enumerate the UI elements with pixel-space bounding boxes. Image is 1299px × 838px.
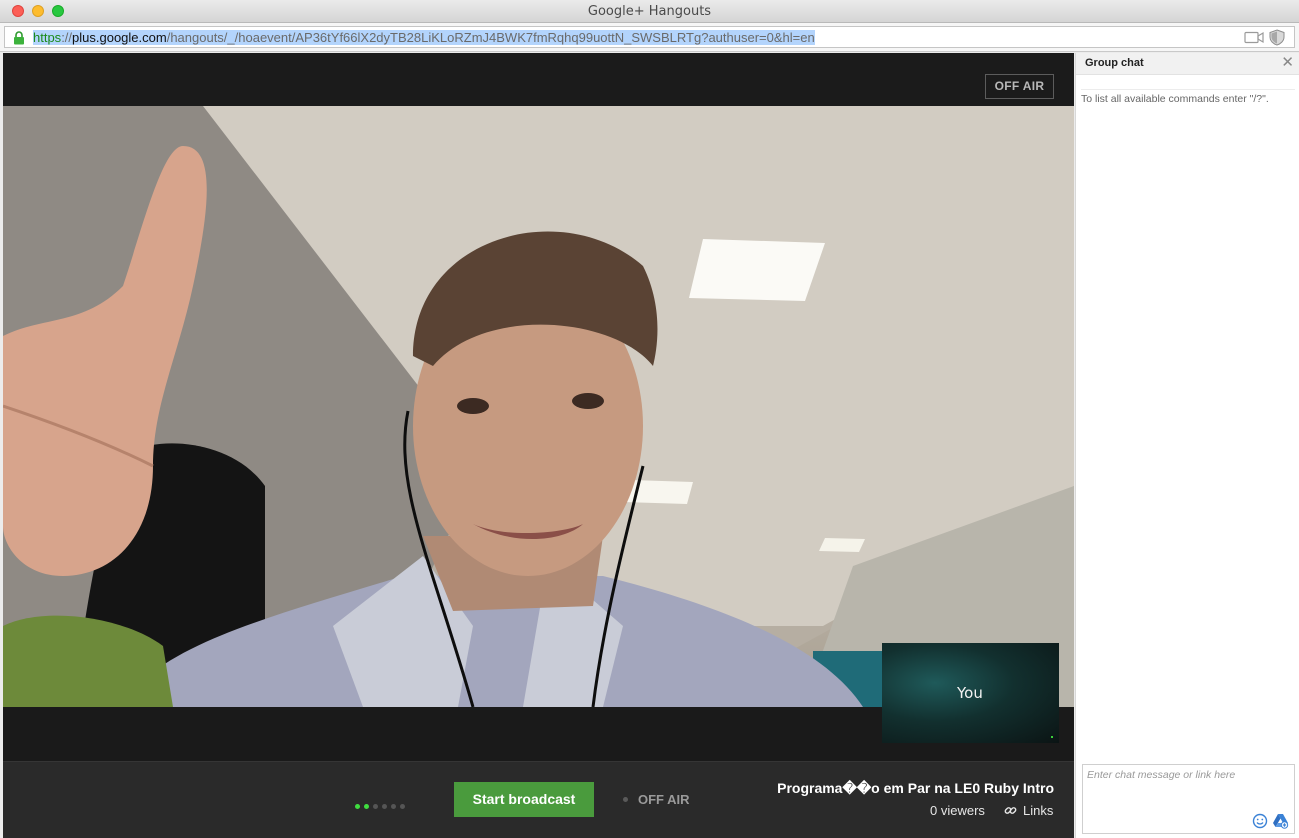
chat-divider: [1081, 89, 1295, 90]
self-view-tile[interactable]: You: [882, 643, 1059, 743]
chat-message-input[interactable]: Enter chat message or link here: [1082, 764, 1295, 834]
progress-dot: [391, 804, 396, 809]
hangout-stage: OFF AIR You Start broadcast OFF AIR Prog…: [3, 53, 1074, 838]
chat-input-placeholder: Enter chat message or link here: [1087, 769, 1236, 781]
progress-dot: [382, 804, 387, 809]
url-scheme: https: [33, 30, 62, 45]
window-title: Google+ Hangouts: [587, 4, 712, 19]
self-view-label: You: [957, 684, 983, 702]
progress-dot: [400, 804, 405, 809]
drive-icon[interactable]: [1272, 813, 1289, 829]
status-bullet-icon: [623, 797, 628, 803]
close-icon[interactable]: ✕: [1281, 55, 1294, 71]
video-frame-image: [3, 106, 1074, 707]
links-button[interactable]: Links: [1004, 803, 1053, 818]
lock-icon: [14, 31, 24, 45]
chat-title: Group chat: [1085, 57, 1144, 69]
viewer-count: 0 viewers: [930, 803, 985, 818]
off-air-badge: OFF AIR: [985, 74, 1054, 99]
url-separator: ://: [61, 30, 73, 45]
chat-commands-hint: To list all available commands enter "/?…: [1081, 93, 1269, 105]
progress-dot: [355, 804, 360, 809]
off-air-indicator: OFF AIR: [623, 792, 690, 807]
start-broadcast-button[interactable]: Start broadcast: [454, 782, 594, 817]
mic-activity-indicator: [1051, 736, 1053, 738]
main-video-feed[interactable]: [3, 106, 1074, 707]
progress-dot: [373, 804, 378, 809]
smiley-icon[interactable]: [1252, 813, 1268, 829]
broadcast-bar: Start broadcast OFF AIR Programa��o em P…: [3, 761, 1074, 838]
off-air-text: OFF AIR: [638, 792, 690, 807]
status-progress-dots: [355, 804, 405, 809]
shield-icon[interactable]: [1269, 29, 1285, 46]
url-host: plus.google.com: [72, 30, 167, 45]
links-label: Links: [1023, 803, 1054, 818]
group-chat-panel: Group chat ✕ To list all available comma…: [1075, 53, 1299, 838]
video-camera-icon[interactable]: [1244, 31, 1264, 44]
address-bar: https://plus.google.com/hangouts/_/hoaev…: [0, 23, 1299, 52]
link-icon: [1004, 807, 1017, 814]
url-path: /hangouts/_/hoaevent/AP36tYf66lX2dyTB28L…: [166, 30, 815, 45]
chat-header: Group chat ✕: [1076, 53, 1299, 75]
progress-dot: [364, 804, 369, 809]
window-titlebar: Google+ Hangouts: [0, 0, 1299, 23]
stage-top-strip: OFF AIR: [3, 53, 1074, 106]
url-text[interactable]: https://plus.google.com/hangouts/_/hoaev…: [33, 30, 815, 45]
event-title: Programa��o em Par na LE0 Ruby Intro: [777, 780, 1054, 796]
url-field[interactable]: https://plus.google.com/hangouts/_/hoaev…: [4, 26, 1295, 48]
